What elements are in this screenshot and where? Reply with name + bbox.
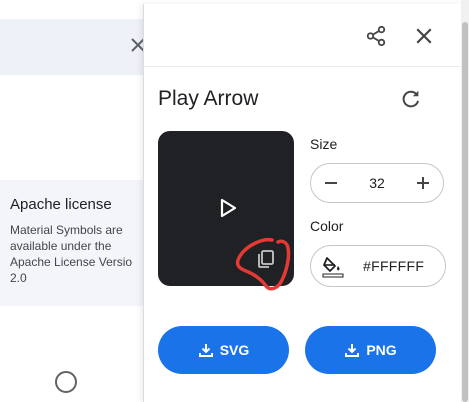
size-value[interactable]: 32 — [369, 175, 385, 191]
play-arrow-icon — [220, 198, 237, 218]
download-svg-button[interactable]: SVG — [158, 326, 289, 374]
close-panel-button[interactable] — [408, 20, 440, 52]
license-title: Apache license — [10, 196, 112, 213]
share-button[interactable] — [360, 20, 392, 52]
scrollbar-thumb[interactable] — [462, 22, 468, 402]
color-field[interactable]: #FFFFFF — [310, 245, 446, 287]
color-hex-value[interactable]: #FFFFFF — [363, 258, 424, 274]
close-icon — [416, 28, 432, 44]
color-label: Color — [310, 218, 344, 234]
download-png-label: PNG — [366, 342, 397, 358]
size-stepper: 32 — [310, 163, 444, 203]
increase-size-button[interactable] — [413, 173, 433, 193]
download-png-button[interactable]: PNG — [305, 326, 436, 374]
panel-divider — [143, 66, 461, 67]
icon-title: Play Arrow — [158, 87, 259, 110]
share-icon — [366, 25, 386, 47]
download-icon — [345, 344, 360, 357]
minus-icon — [325, 182, 337, 184]
refresh-icon — [402, 90, 420, 108]
reset-button[interactable] — [395, 83, 427, 115]
circle-outline-icon — [55, 371, 77, 393]
format-color-fill-icon[interactable] — [321, 254, 345, 278]
license-text: Material Symbols are available under the… — [10, 223, 133, 285]
decrease-size-button[interactable] — [321, 173, 341, 193]
annotation-scribble — [235, 237, 291, 291]
background-header-bar — [0, 19, 150, 75]
download-icon — [198, 344, 213, 357]
size-label: Size — [310, 136, 338, 152]
download-svg-label: SVG — [219, 342, 250, 358]
plus-icon — [416, 177, 429, 189]
